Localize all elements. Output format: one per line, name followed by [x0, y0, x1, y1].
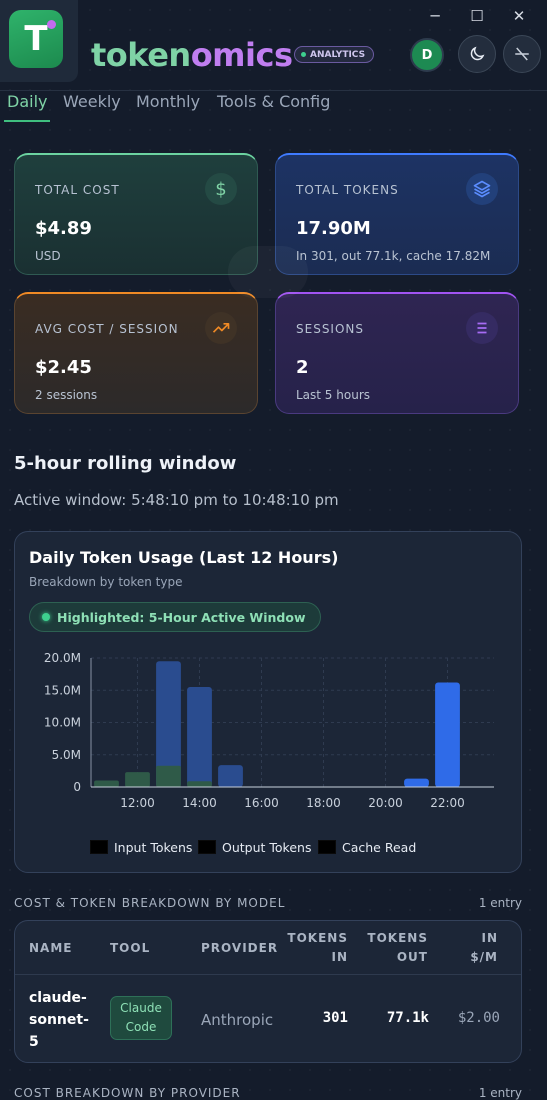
col-header-in-price[interactable]: IN $/M [470, 929, 498, 967]
in-price-cell: $2.00 [457, 1010, 500, 1026]
col-header-provider[interactable]: PROVIDER [201, 939, 278, 958]
header-line: IN [481, 931, 498, 945]
col-header-tool[interactable]: TOOL [110, 939, 150, 958]
legend-item-cache: Cache Read [318, 839, 417, 855]
y-tick-label: 5.0M [52, 748, 81, 762]
x-tick-label: 16:00 [244, 796, 279, 810]
legend-label: Input Tokens [114, 839, 193, 855]
output-tokens-bar [156, 765, 181, 787]
model-entry-count: 1 entry [478, 896, 522, 910]
legend-item-input: Input Tokens [90, 839, 193, 855]
header-divider [15, 974, 521, 975]
header-line: IN [331, 950, 348, 964]
output-tokens-bar [125, 772, 150, 787]
x-tick-label: 22:00 [430, 796, 465, 810]
tokens-in-cell: 301 [322, 1010, 348, 1026]
header-line: TOKENS [367, 931, 428, 945]
model-name-line: claude- [29, 990, 87, 1006]
header-line: $/M [470, 950, 498, 964]
model-breakdown-title: COST & TOKEN BREAKDOWN BY MODEL [14, 896, 286, 910]
cache-read-bar [187, 687, 212, 787]
col-header-name[interactable]: NAME [29, 939, 72, 958]
y-tick-label: 20.0M [44, 651, 81, 665]
y-tick-label: 15.0M [44, 683, 81, 697]
tokens-out-cell: 77.1k [386, 1010, 429, 1026]
legend-swatch [198, 840, 216, 854]
col-header-tokens-in[interactable]: TOKENS IN [287, 929, 348, 967]
tool-badge: Claude Code [110, 996, 172, 1040]
output-tokens-bar [187, 781, 212, 787]
col-header-tokens-out[interactable]: TOKENS OUT [367, 929, 428, 967]
header-line: TOKENS [287, 931, 348, 945]
output-tokens-bar [94, 780, 119, 787]
y-tick-label: 0 [73, 780, 81, 794]
model-name-cell: claude- sonnet- 5 [29, 987, 99, 1053]
tool-line: Code [125, 1020, 157, 1034]
provider-cell: Anthropic [201, 1011, 274, 1029]
legend-label: Output Tokens [222, 839, 312, 855]
legend-swatch [90, 840, 108, 854]
model-name-line: 5 [29, 1034, 39, 1050]
provider-entry-count: 1 entry [478, 1086, 522, 1100]
legend-swatch [318, 840, 336, 854]
cache-read-bar [218, 765, 243, 787]
cache-read-bar [435, 682, 460, 787]
x-tick-label: 18:00 [306, 796, 341, 810]
cache-read-bar [404, 778, 429, 787]
y-tick-label: 10.0M [44, 716, 81, 730]
model-name-line: sonnet- [29, 1012, 89, 1028]
legend-item-output: Output Tokens [198, 839, 312, 855]
x-tick-label: 20:00 [368, 796, 403, 810]
tool-line: Claude [120, 1001, 162, 1015]
x-tick-label: 12:00 [120, 796, 155, 810]
legend-label: Cache Read [342, 839, 417, 855]
header-line: OUT [396, 950, 428, 964]
x-tick-label: 14:00 [182, 796, 217, 810]
provider-breakdown-title: COST BREAKDOWN BY PROVIDER [14, 1086, 241, 1100]
